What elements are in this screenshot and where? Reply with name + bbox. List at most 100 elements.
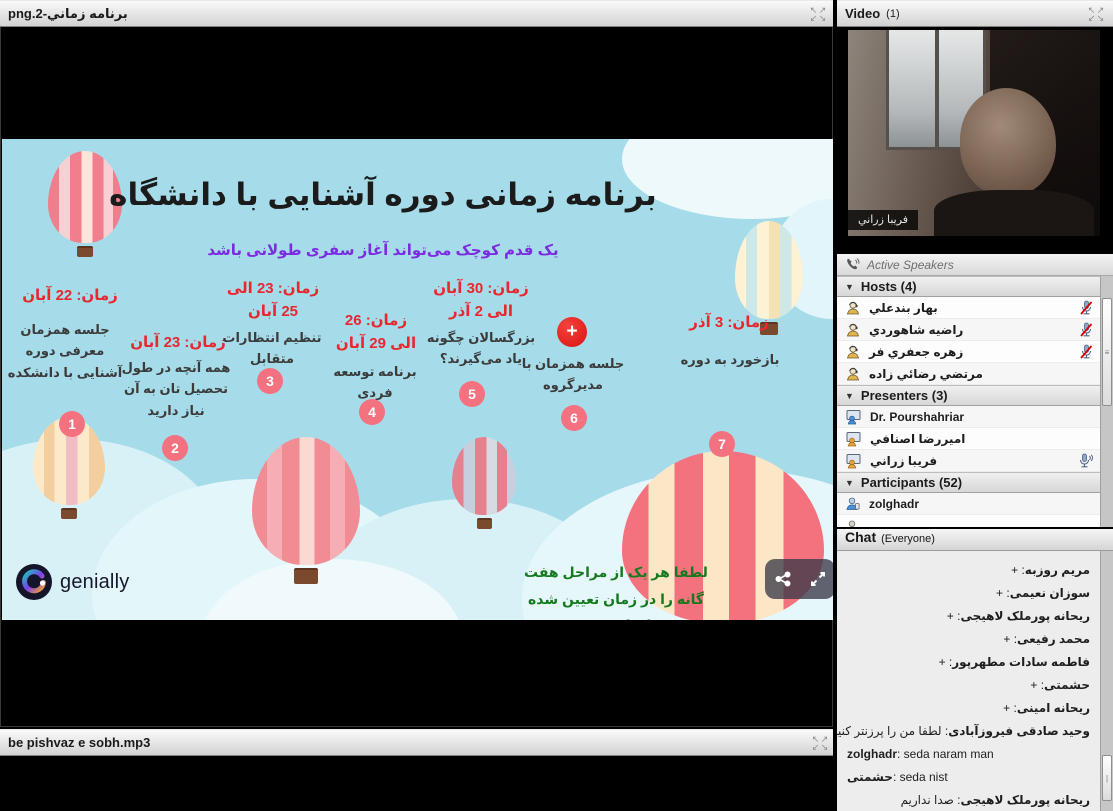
chat-message: ریحانه امینی: + xyxy=(837,697,1100,720)
step-4-time: زمان: 26 الی 29 آبان xyxy=(330,309,422,356)
attendee-row[interactable]: اميررضا اصنافي xyxy=(837,428,1100,450)
audio-pod: be pishvaz e sobh.mp3 ↖↗↙↘ xyxy=(0,729,837,811)
step-4-desc: برنامه توسعه فردی xyxy=(326,361,424,404)
mic-muted-icon xyxy=(1079,344,1094,365)
step-5-badge: 5 xyxy=(459,381,485,407)
step-3-desc: تنظیم انتظارات متقابل xyxy=(222,327,322,370)
share-pod-expand-icon[interactable]: ↖↗↙↘ xyxy=(809,6,827,22)
video-pod-title: Video xyxy=(845,6,880,21)
participant-icon xyxy=(845,519,861,527)
attendee-name: راضيه شاهوردي xyxy=(869,323,963,337)
audio-pod-header[interactable]: be pishvaz e sobh.mp3 ↖↗↙↘ xyxy=(0,729,837,756)
attendees-scrollbar[interactable]: ≡ xyxy=(1100,276,1113,527)
attendee-row[interactable]: Dr. Pourshahriar xyxy=(837,406,1100,428)
step-5-time: زمان: 30 آبان الی 2 آذر xyxy=(428,277,534,324)
attendee-name: Dr. Pourshahriar xyxy=(870,410,964,424)
chat-message: محمد رفیعی: + xyxy=(837,628,1100,651)
chat-scrollbar[interactable]: | xyxy=(1100,551,1113,811)
genially-logo-text: genially xyxy=(60,571,129,594)
step-2-desc: همه آنچه در طول تحصیل تان به آن نیاز دار… xyxy=(120,357,232,421)
attendee-name: فريبا زراني xyxy=(870,454,937,468)
group-label: Presenters (3) xyxy=(861,388,948,403)
infographic-toolbar xyxy=(765,559,834,599)
group-header-participants[interactable]: ▼ Participants (52) xyxy=(837,472,1100,493)
fullscreen-icon[interactable] xyxy=(803,562,833,596)
genially-brand[interactable]: genially xyxy=(16,564,129,600)
participant-icon xyxy=(845,496,861,512)
webcam-video[interactable]: فريبا زراني xyxy=(848,30,1100,236)
attendee-row[interactable]: راضيه شاهوردي xyxy=(837,319,1100,341)
step-1-badge: 1 xyxy=(59,411,85,437)
hot-air-balloon xyxy=(452,437,516,529)
step-1-desc: جلسه همزمان معرفی دوره آشنایی با دانشکده xyxy=(4,319,126,383)
infographic-title: برنامه زمانی دوره آشنایی با دانشگاه xyxy=(2,177,764,213)
chat-message: وحید صادقی فیروزآبادی: لطفا من را پرزنتر… xyxy=(837,720,1100,743)
attendee-row-clipped[interactable] xyxy=(837,515,1100,527)
share-pod: برنامه زماني-2.png ↖↗↙↘ xyxy=(0,0,837,727)
step-7-badge: 7 xyxy=(709,431,735,457)
share-pod-title: برنامه زماني-2.png xyxy=(8,6,128,22)
chat-message: سوزان نعیمی: + xyxy=(837,582,1100,605)
step-7-desc: بازخورد به دوره xyxy=(672,349,788,370)
infographic-subtitle: یک قدم کوچک می‌تواند آغاز سفری طولانی با… xyxy=(2,241,764,259)
step-3-badge: 3 xyxy=(257,368,283,394)
group-label: Participants (52) xyxy=(861,475,962,490)
chat-message: ریحانه پورملک لاهیجی: + xyxy=(837,605,1100,628)
chat-pod-header[interactable]: Chat (Everyone) xyxy=(837,529,1113,551)
step-4-badge: 4 xyxy=(359,399,385,425)
group-header-presenters[interactable]: ▼ Presenters (3) xyxy=(837,385,1100,406)
scrollbar-thumb[interactable]: | xyxy=(1102,755,1112,801)
group-header-hosts[interactable]: ▼ Hosts (4) xyxy=(837,276,1100,297)
chat-pod: Chat (Everyone) مریم روزبه: + سوزان نعیم… xyxy=(837,527,1113,811)
share-pod-content: برنامه زمانی دوره آشنایی با دانشگاه یک ق… xyxy=(0,27,833,727)
video-pod-header[interactable]: Video (1) ↖↗↙↘ xyxy=(837,0,1113,27)
host-icon xyxy=(845,322,861,338)
share-icon[interactable] xyxy=(768,562,798,596)
active-speakers-bar: Active Speakers xyxy=(837,254,1113,276)
audio-pod-title: be pishvaz e sobh.mp3 xyxy=(8,735,150,750)
audio-pod-expand-icon[interactable]: ↖↗↙↘ xyxy=(811,735,829,751)
step-1-time: زمان: 22 آبان xyxy=(10,284,130,307)
collapse-triangle-icon[interactable]: ▼ xyxy=(845,478,854,488)
chat-message: مریم روزبه: + xyxy=(837,559,1100,582)
pod-divider xyxy=(833,0,837,811)
step-2-time: زمان: 23 آبان xyxy=(130,331,226,354)
attendee-name: زهره جعفري فر xyxy=(869,345,963,359)
attendee-row[interactable]: زهره جعفري فر xyxy=(837,341,1100,363)
adobe-connect-room: برنامه زماني-2.png ↖↗↙↘ xyxy=(0,0,1113,811)
attendee-row[interactable]: بهار بندعلي xyxy=(837,297,1100,319)
chat-message: حشمتی: + xyxy=(837,674,1100,697)
attendee-name: مرتضي رضائي زاده xyxy=(869,367,983,381)
collapse-triangle-icon[interactable]: ▼ xyxy=(845,282,854,292)
video-pod-expand-icon[interactable]: ↖↗↙↘ xyxy=(1087,6,1105,22)
presenter-icon xyxy=(845,431,862,447)
attendee-name: zolghadr xyxy=(869,497,919,511)
attendee-list: ▼ Hosts (4) بهار بندعلي راضيه شاهوردي زه… xyxy=(837,276,1100,527)
chat-message: ریحانه پورملک لاهیجی: صدا نداریم xyxy=(837,789,1100,811)
active-speakers-label: Active Speakers xyxy=(867,258,954,272)
chat-message: فاطمه سادات مطهرپور: + xyxy=(837,651,1100,674)
infographic-image[interactable]: برنامه زمانی دوره آشنایی با دانشگاه یک ق… xyxy=(2,139,834,620)
step-6-badge: 6 xyxy=(561,405,587,431)
infographic-note: لطفا هر یک از مراحل هفت گانه را در زمان … xyxy=(518,559,714,620)
phone-icon xyxy=(845,257,860,272)
step-6-desc: جلسه همزمان با مدیرگروه xyxy=(520,353,626,396)
attendee-row[interactable]: zolghadr xyxy=(837,493,1100,515)
webcam-name-overlay: فريبا زراني xyxy=(848,210,918,230)
collapse-triangle-icon[interactable]: ▼ xyxy=(845,391,854,401)
hot-air-balloon xyxy=(252,437,360,584)
attendee-row[interactable]: فريبا زراني xyxy=(837,450,1100,472)
genially-logo-icon xyxy=(16,564,52,600)
scrollbar-thumb[interactable]: ≡ xyxy=(1102,298,1112,406)
presenter-icon xyxy=(845,453,862,469)
presenter-icon xyxy=(845,409,862,425)
host-icon xyxy=(845,366,861,382)
chat-pod-title: Chat xyxy=(845,529,876,545)
chat-message-list[interactable]: مریم روزبه: + سوزان نعیمی: + ریحانه پورم… xyxy=(837,551,1100,811)
share-pod-header[interactable]: برنامه زماني-2.png ↖↗↙↘ xyxy=(0,0,835,27)
video-pod: Video (1) ↖↗↙↘ فريبا زراني xyxy=(837,0,1113,250)
webcam-person-body xyxy=(934,190,1094,236)
attendees-pod: Active Speakers ▼ Hosts (4) بهار بندعلي … xyxy=(837,252,1113,527)
step-6-plus-button[interactable]: + xyxy=(557,317,587,347)
attendee-row[interactable]: مرتضي رضائي زاده xyxy=(837,363,1100,385)
